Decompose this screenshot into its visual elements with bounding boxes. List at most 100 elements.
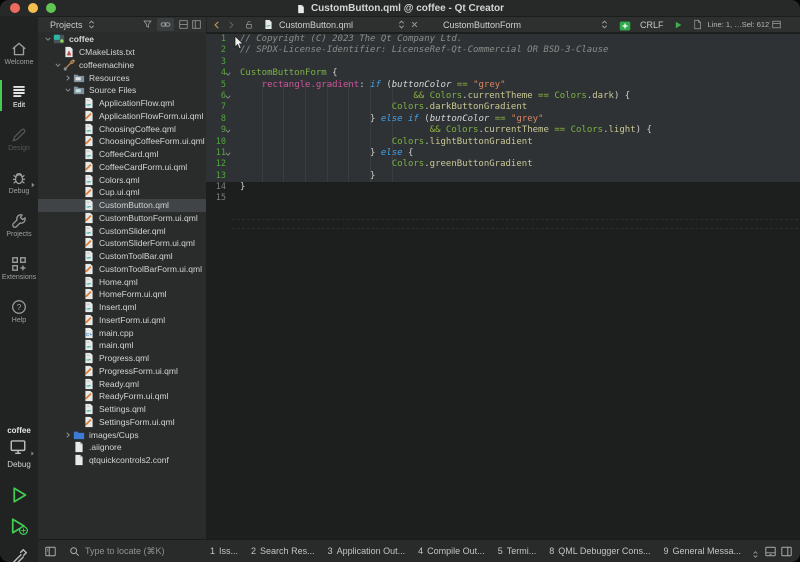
mode-item-help[interactable]: ?Help [0,289,38,332]
gutter-line[interactable]: 6 [206,91,232,102]
code-editor[interactable]: 123456789101112131415 // Copyright (C) 2… [206,32,800,540]
code-line[interactable]: // Copyright (C) 2023 The Qt Company Ltd… [232,34,800,45]
panel-combo-icon[interactable] [85,18,98,31]
tree-item[interactable]: Cup.ui.qml [38,186,206,199]
gutter-line[interactable]: 8 [206,114,232,125]
tree-item[interactable]: CoffeeCard.qml [38,148,206,161]
go-forward-button[interactable] [224,18,238,31]
output-panel-button[interactable]: 4Compile Out... [418,546,485,556]
tree-item[interactable]: CustomToolBar.qml [38,250,206,263]
code-line[interactable]: rectangle.gradient: if (buttonColor == "… [232,80,800,91]
gutter-line[interactable]: 10 [206,137,232,148]
output-panel-button[interactable]: 8QML Debugger Cons... [549,546,650,556]
chevron-down-icon[interactable] [54,61,62,69]
gutter-line[interactable]: 4 [206,68,232,79]
tree-item[interactable]: CustomSlider.qml [38,224,206,237]
tree-item[interactable]: ProgressForm.ui.qml [38,365,206,378]
gutter-line[interactable]: 2 [206,45,232,56]
sync-with-editor-icon[interactable] [157,18,174,31]
mode-item-design[interactable]: Design [0,117,38,160]
panel-title-dropdown[interactable]: Projects [50,20,83,30]
fold-marker-icon[interactable] [224,150,232,158]
tree-item[interactable]: Insert.qml [38,301,206,314]
code-line[interactable]: && Colors.currentTheme == Colors.light) … [232,125,800,136]
code-line[interactable]: } [232,171,800,182]
code-line[interactable]: Colors.greenButtonGradient [232,159,800,170]
tree-item[interactable]: Source Files [38,84,206,97]
code-line[interactable]: // SPDX-License-Identifier: LicenseRef-Q… [232,45,800,56]
gutter-line[interactable]: 3 [206,57,232,68]
tree-item[interactable]: CoffeeCardForm.ui.qml [38,161,206,174]
code-line[interactable]: Colors.darkButtonGradient [232,102,800,113]
build-button[interactable] [8,546,30,562]
gutter-line[interactable]: 5 [206,80,232,91]
code-line[interactable]: && Colors.currentTheme == Colors.dark) { [232,91,800,102]
split-editor-button[interactable] [770,18,783,31]
tree-item[interactable]: C+main.cpp [38,326,206,339]
file-lock-icon[interactable] [242,18,256,31]
chevron-down-icon[interactable] [64,86,72,94]
tree-item[interactable]: images/Cups [38,428,206,441]
tree-item[interactable]: CustomButton.qml [38,199,206,212]
fold-marker-icon[interactable] [224,127,232,135]
code-line[interactable] [232,57,800,68]
output-panel-button[interactable]: 3Application Out... [328,546,406,556]
code-line[interactable]: Colors.lightButtonGradient [232,137,800,148]
tree-item[interactable]: ReadyForm.ui.qml [38,390,206,403]
preview-run-button[interactable] [671,18,685,31]
tree-item[interactable]: qtquickcontrols2.conf [38,454,206,467]
titlebar[interactable]: CustomButton.qml @ coffee - Qt Creator [0,0,800,17]
tree-item[interactable]: Progress.qml [38,352,206,365]
toggle-right-sidebar-button[interactable] [778,543,794,559]
fold-marker-icon[interactable] [224,70,232,78]
gutter-line[interactable]: 13 [206,171,232,182]
fold-marker-icon[interactable] [224,93,232,101]
gutter-line[interactable]: 7 [206,102,232,113]
toggle-output-pane-button[interactable] [762,543,778,559]
tree-item[interactable]: .aiignore [38,441,206,454]
gutter-line[interactable]: 1 [206,34,232,45]
mode-item-extensions[interactable]: Extensions [0,246,38,289]
code-line[interactable]: } [232,182,800,193]
editor-gutter[interactable]: 123456789101112131415 [206,34,232,205]
tree-item[interactable]: ApplicationFlowForm.ui.qml [38,110,206,123]
code-line[interactable]: } else if (buttonColor == "grey" [232,114,800,125]
output-panel-button[interactable]: 5Termi... [498,546,537,556]
chevron-right-icon[interactable] [64,431,72,439]
qml-live-preview-button[interactable] [618,19,632,31]
kit-selector[interactable]: coffee Debug [0,426,38,469]
code-pane[interactable]: // Copyright (C) 2023 The Qt Company Ltd… [232,34,800,205]
gutter-line[interactable]: 15 [206,193,232,204]
output-panel-button[interactable]: 9General Messa... [663,546,741,556]
tree-item[interactable]: CustomButtonForm.ui.qml [38,212,206,225]
symbol-combo-icon[interactable] [598,18,611,31]
close-sidebar-icon[interactable] [190,18,203,31]
tree-item[interactable]: Colors.qml [38,173,206,186]
document-combo-icon[interactable] [395,18,408,31]
gutter-line[interactable]: 9 [206,125,232,136]
code-line[interactable]: } else { [232,148,800,159]
tree-item[interactable]: ChoosingCoffeeForm.ui.qml [38,135,206,148]
gutter-line[interactable]: 11 [206,148,232,159]
tree-item[interactable]: Resources [38,71,206,84]
chevron-down-icon[interactable] [44,35,52,43]
mode-item-debug[interactable]: Debug [0,160,38,203]
tree-item[interactable]: coffeemachine [38,59,206,72]
toggle-left-sidebar-button[interactable] [42,543,58,559]
code-line[interactable] [232,193,800,204]
mode-item-welcome[interactable]: Welcome [0,31,38,74]
locator-input[interactable]: Type to locate (⌘K) [68,543,196,559]
tree-item[interactable]: Ready.qml [38,377,206,390]
gutter-line[interactable]: 14 [206,182,232,193]
tree-item[interactable]: CustomSliderForm.ui.qml [38,237,206,250]
symbol-dropdown[interactable]: CustomButtonForm [435,18,611,31]
tree-item[interactable]: Home.qml [38,275,206,288]
tree-item[interactable]: Settings.qml [38,403,206,416]
tree-item[interactable]: ChoosingCoffee.qml [38,122,206,135]
open-document-dropdown[interactable]: CustomButton.qml [262,18,408,31]
mode-item-projects[interactable]: Projects [0,203,38,246]
tree-item[interactable]: coffee [38,33,206,46]
line-ending-selector[interactable]: CRLF [640,20,664,30]
tree-item[interactable]: CustomToolBarForm.ui.qml [38,263,206,276]
go-back-button[interactable] [210,18,224,31]
